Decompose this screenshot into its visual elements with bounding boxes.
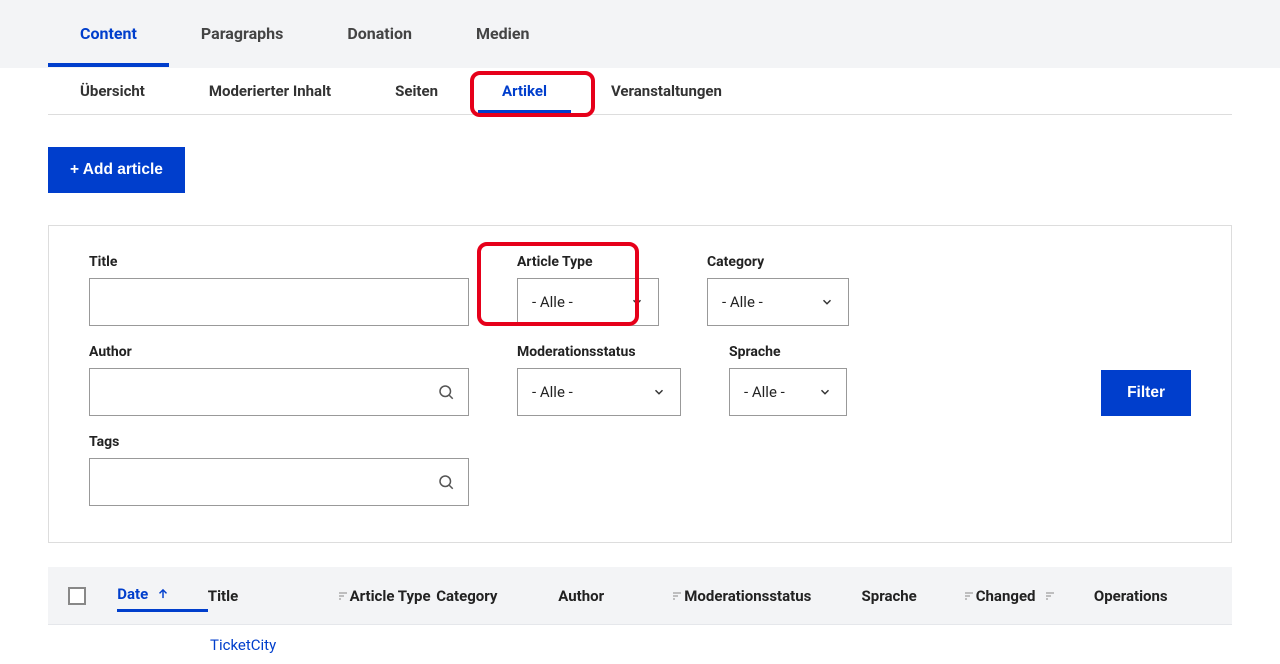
table-header: Date Title Article Type Category Author [48, 567, 1232, 625]
subtab-seiten[interactable]: Seiten [363, 68, 470, 114]
col-moderationsstatus-label: Moderationsstatus [684, 587, 811, 605]
results-table: Date Title Article Type Category Author [48, 567, 1232, 664]
primary-tabs: Content Paragraphs Donation Medien [48, 0, 1232, 67]
chevron-down-icon [818, 385, 832, 399]
sort-icon [1043, 590, 1057, 602]
col-title[interactable]: Title [208, 587, 350, 605]
subtab-uebersicht[interactable]: Übersicht [48, 68, 177, 114]
subtab-veranstaltungen[interactable]: Veranstaltungen [579, 68, 754, 114]
add-article-button[interactable]: + Add article [48, 147, 185, 193]
input-author[interactable] [89, 368, 469, 416]
input-title[interactable] [89, 278, 469, 326]
chevron-down-icon [820, 295, 834, 309]
label-title: Title [89, 254, 469, 270]
chevron-down-icon [652, 385, 666, 399]
select-moderationsstatus-value: - Alle - [532, 383, 573, 401]
subtab-artikel[interactable]: Artikel [470, 68, 579, 114]
select-category-value: - Alle - [722, 293, 763, 311]
col-date-label: Date [117, 585, 148, 603]
tab-donation[interactable]: Donation [315, 20, 444, 67]
col-operations-label: Operations [1094, 587, 1168, 605]
filter-button[interactable]: Filter [1101, 370, 1191, 416]
label-author: Author [89, 344, 469, 360]
tab-medien[interactable]: Medien [444, 20, 562, 67]
col-article-type[interactable]: Article Type [350, 587, 437, 605]
col-title-label: Title [208, 587, 238, 605]
col-author-label: Author [558, 587, 604, 605]
label-moderationsstatus: Moderationsstatus [517, 344, 681, 360]
select-sprache-value: - Alle - [744, 383, 785, 401]
col-category-label: Category [436, 587, 497, 605]
col-category[interactable]: Category [436, 587, 558, 605]
row-title-link[interactable]: TicketCity [210, 636, 276, 654]
sort-icon [336, 590, 350, 602]
col-sprache[interactable]: Sprache [862, 587, 976, 605]
select-article-type[interactable]: - Alle - [517, 278, 659, 326]
select-moderationsstatus[interactable]: - Alle - [517, 368, 681, 416]
table-row: TicketCity [48, 625, 1232, 664]
col-sprache-label: Sprache [862, 587, 917, 605]
col-date[interactable]: Date [117, 585, 208, 612]
col-moderationsstatus[interactable]: Moderationsstatus [684, 587, 861, 605]
sort-icon [962, 590, 976, 602]
col-author[interactable]: Author [558, 587, 684, 605]
select-article-type-value: - Alle - [532, 293, 573, 311]
label-category: Category [707, 254, 849, 270]
select-sprache[interactable]: - Alle - [729, 368, 847, 416]
secondary-tabs: Übersicht Moderierter Inhalt Seiten Arti… [48, 68, 1232, 115]
sort-asc-icon [156, 587, 170, 601]
chevron-down-icon [630, 295, 644, 309]
col-changed[interactable]: Changed [976, 587, 1094, 605]
subtab-moderierter-inhalt[interactable]: Moderierter Inhalt [177, 68, 363, 114]
select-category[interactable]: - Alle - [707, 278, 849, 326]
label-tags: Tags [89, 434, 469, 450]
col-article-type-label: Article Type [350, 587, 431, 605]
filter-panel: Title Article Type - Alle - Catego [48, 225, 1232, 543]
tab-paragraphs[interactable]: Paragraphs [169, 20, 315, 67]
col-operations: Operations [1094, 587, 1212, 605]
tab-content[interactable]: Content [48, 20, 169, 67]
sort-icon [670, 590, 684, 602]
label-article-type: Article Type [517, 254, 659, 270]
select-all-checkbox[interactable] [68, 587, 86, 605]
col-changed-label: Changed [976, 587, 1036, 605]
label-sprache: Sprache [729, 344, 847, 360]
input-tags[interactable] [89, 458, 469, 506]
